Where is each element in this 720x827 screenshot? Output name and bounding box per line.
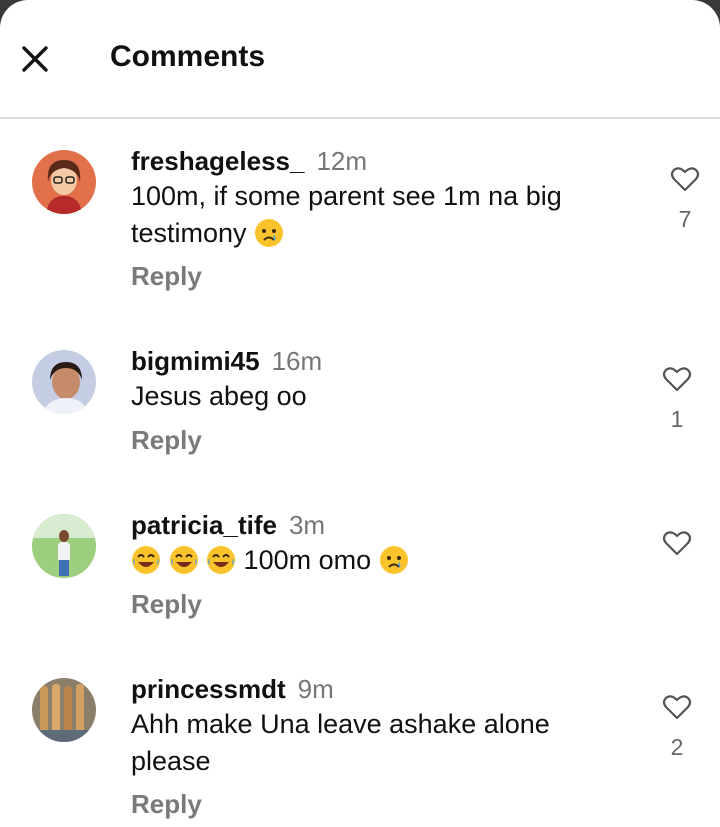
crying-face-emoji-icon (379, 546, 408, 574)
comment-text: Jesus abeg oo (131, 378, 631, 415)
reply-button[interactable]: Reply (131, 589, 202, 620)
heart-outline-icon[interactable] (670, 164, 700, 194)
like-count: 1 (670, 406, 684, 432)
comment-meta: princessmdt 9m (131, 674, 334, 705)
timestamp: 3m (288, 510, 326, 540)
comment-body: 100m, if some parent see 1m na big testi… (131, 181, 562, 248)
avatar[interactable] (32, 350, 96, 414)
comments-sheet: Comments freshageless_ 12m 100m, if some … (0, 0, 720, 827)
comment-text: 100m, if some parent see 1m na big testi… (131, 178, 631, 252)
heart-outline-icon[interactable] (662, 528, 692, 558)
reply-button[interactable]: Reply (131, 261, 202, 292)
comment-body: Jesus abeg oo (131, 381, 307, 411)
comment-body: 100m omo (243, 545, 372, 575)
reply-button[interactable]: Reply (131, 425, 202, 456)
comment-body: Ahh make Una leave ashake alone please (131, 709, 550, 776)
timestamp: 9m (297, 674, 334, 704)
comment-meta: bigmimi45 16m (131, 346, 322, 377)
username[interactable]: princessmdt (131, 674, 286, 704)
reply-button[interactable]: Reply (131, 789, 202, 820)
comments-header: Comments (0, 0, 720, 119)
close-icon (22, 46, 48, 72)
heart-outline-icon[interactable] (662, 364, 692, 394)
timestamp: 16m (271, 346, 323, 376)
username[interactable]: patricia_tife (131, 510, 277, 540)
timestamp: 12m (316, 146, 368, 176)
like-count: 2 (670, 734, 684, 760)
comment-text: 100m omo (131, 542, 631, 579)
username[interactable]: bigmimi45 (131, 346, 260, 376)
tears-of-joy-emoji-icon (169, 546, 198, 574)
heart-outline-icon[interactable] (662, 692, 692, 722)
comment-text: Ahh make Una leave ashake alone please (131, 706, 631, 780)
crying-face-emoji-icon (255, 219, 284, 247)
tears-of-joy-emoji-icon (132, 546, 160, 574)
avatar[interactable] (32, 514, 96, 578)
tears-of-joy-emoji-icon (207, 546, 236, 574)
comment-meta: patricia_tife 3m (131, 510, 325, 541)
username[interactable]: freshageless_ (131, 146, 304, 176)
like-count: 7 (678, 206, 692, 232)
comment-meta: freshageless_ 12m (131, 146, 367, 177)
close-button[interactable] (14, 38, 56, 80)
page-title: Comments (110, 40, 266, 73)
avatar[interactable] (32, 678, 96, 742)
avatar[interactable] (32, 150, 96, 214)
